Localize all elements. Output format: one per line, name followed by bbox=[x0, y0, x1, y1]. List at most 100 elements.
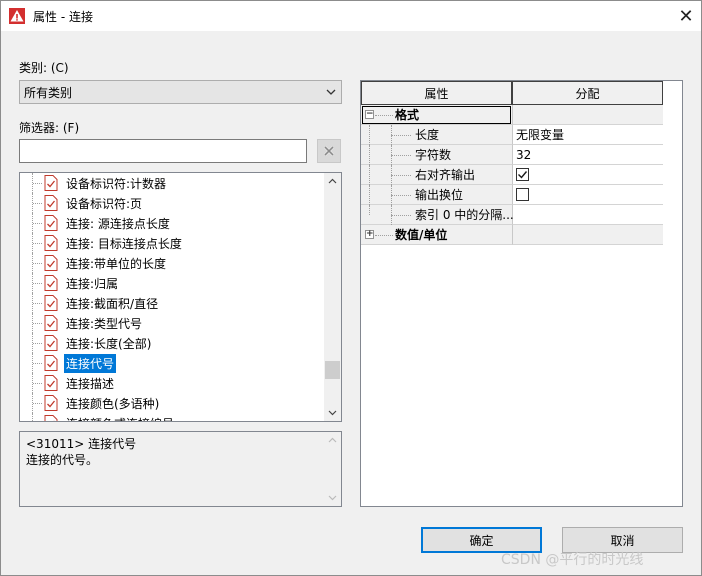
list-item[interactable]: 设备标识符:计数器 bbox=[20, 173, 324, 193]
column-header-property[interactable]: 属性 bbox=[361, 81, 512, 105]
chevron-down-icon bbox=[328, 495, 337, 501]
grid-group-label: 格式 bbox=[395, 108, 420, 122]
list-item[interactable]: 连接:带单位的长度 bbox=[20, 253, 324, 273]
tree-line bbox=[32, 373, 42, 393]
scroll-up-button[interactable] bbox=[324, 173, 341, 190]
tree-line bbox=[32, 253, 42, 273]
grid-group-row[interactable]: + 数值/单位 bbox=[361, 225, 682, 245]
description-box: <31011> 连接代号 连接的代号。 bbox=[19, 431, 342, 507]
list-item-label: 连接:长度(全部) bbox=[66, 336, 152, 351]
grid-body: − 格式长度 无限变量字符数 32 右对齐输出 输出换位索引 0 中的分隔... + 数值/单… bbox=[361, 105, 682, 245]
list-item-label: 连接描述 bbox=[66, 376, 115, 391]
tree-line bbox=[32, 233, 42, 253]
tree-line bbox=[32, 293, 42, 313]
document-check-icon bbox=[44, 295, 58, 311]
clear-filter-button[interactable] bbox=[317, 139, 341, 163]
grid-row[interactable]: 输出换位 bbox=[361, 185, 682, 205]
list-item-label: 连接:类型代号 bbox=[66, 316, 143, 331]
desc-scroll-down-button[interactable] bbox=[324, 489, 341, 506]
check-icon bbox=[518, 171, 528, 179]
grid-value-cell[interactable]: 无限变量 bbox=[512, 125, 663, 145]
list-scrollbar[interactable] bbox=[324, 173, 341, 421]
list-item[interactable]: 连接:长度(全部) bbox=[20, 333, 324, 353]
column-header-value[interactable]: 分配 bbox=[512, 81, 663, 105]
document-check-icon bbox=[44, 355, 58, 371]
list-item-label: 连接: 源连接点长度 bbox=[66, 216, 170, 231]
grid-value-text: 32 bbox=[516, 147, 532, 162]
tree-line bbox=[375, 235, 393, 236]
list-item[interactable]: 连接颜色(多语种) bbox=[20, 393, 324, 413]
category-label: 类别: (C) bbox=[19, 61, 69, 75]
grid-row-label: 索引 0 中的分隔... bbox=[415, 208, 514, 222]
checkbox-checked[interactable] bbox=[516, 168, 529, 181]
list-item[interactable]: 连接:截面积/直径 bbox=[20, 293, 324, 313]
list-item[interactable]: 连接:归属 bbox=[20, 273, 324, 293]
list-item[interactable]: 设备标识符:页 bbox=[20, 193, 324, 213]
grid-row[interactable]: 索引 0 中的分隔... bbox=[361, 205, 682, 225]
chevron-down-icon bbox=[326, 89, 336, 95]
property-grid[interactable]: 属性 分配 − 格式长度 无限变量字符数 32 右对齐输出 输出换位索引 0 中的分隔..… bbox=[360, 80, 683, 507]
watermark: CSDN @平行的时光线 bbox=[501, 552, 644, 568]
grid-value-cell[interactable]: 32 bbox=[512, 145, 663, 165]
grid-label-cell: 长度 bbox=[361, 125, 512, 145]
tree-line bbox=[32, 413, 42, 421]
expand-icon[interactable]: + bbox=[365, 230, 374, 239]
grid-value-cell[interactable] bbox=[512, 165, 663, 185]
document-check-icon bbox=[44, 235, 58, 251]
collapse-icon[interactable]: − bbox=[365, 110, 374, 119]
grid-label-cell: 输出换位 bbox=[361, 185, 512, 205]
document-check-icon bbox=[44, 335, 58, 351]
grid-value-cell[interactable] bbox=[512, 205, 663, 225]
list-item-label: 连接颜色(多语种) bbox=[66, 396, 160, 411]
filter-input[interactable] bbox=[19, 139, 307, 163]
list-item[interactable]: 连接颜色或连接编号 bbox=[20, 413, 324, 421]
checkbox-unchecked[interactable] bbox=[516, 188, 529, 201]
chevron-up-icon bbox=[328, 437, 337, 443]
list-item[interactable]: 连接描述 bbox=[20, 373, 324, 393]
grid-row-label: 字符数 bbox=[415, 148, 452, 162]
list-item-label: 连接: 目标连接点长度 bbox=[66, 236, 182, 251]
list-item[interactable]: 连接:类型代号 bbox=[20, 313, 324, 333]
window-title: 属性 - 连接 bbox=[33, 10, 93, 24]
tree-line bbox=[32, 333, 42, 353]
tree-line bbox=[369, 185, 370, 205]
grid-value-cell[interactable] bbox=[512, 185, 663, 205]
app-warning-icon bbox=[9, 8, 25, 24]
property-list[interactable]: 设备标识符:计数器 设备标识符:页 连接: 源连接点长度 连接: 目标连接点长度 连接:… bbox=[19, 172, 342, 422]
grid-label-cell: 索引 0 中的分隔... bbox=[361, 205, 514, 225]
document-check-icon bbox=[44, 275, 58, 291]
property-list-items: 设备标识符:计数器 设备标识符:页 连接: 源连接点长度 连接: 目标连接点长度 连接:… bbox=[20, 173, 324, 421]
list-item-label: 设备标识符:页 bbox=[66, 196, 143, 211]
properties-dialog: 属性 - 连接 ✕ 类别: (C) 所有类别 筛选器: (F) 设备标识符:计数… bbox=[0, 0, 702, 576]
document-check-icon bbox=[44, 195, 58, 211]
category-select[interactable]: 所有类别 bbox=[19, 80, 342, 104]
list-item-label: 连接代号 bbox=[64, 353, 117, 373]
document-check-icon bbox=[44, 415, 58, 421]
grid-row[interactable]: 字符数 32 bbox=[361, 145, 682, 165]
list-item[interactable]: 连接: 源连接点长度 bbox=[20, 213, 324, 233]
grid-row[interactable]: 长度 无限变量 bbox=[361, 125, 682, 145]
tree-line bbox=[32, 353, 42, 373]
chevron-down-icon bbox=[328, 410, 337, 416]
tree-line bbox=[32, 393, 42, 413]
list-item[interactable]: 连接: 目标连接点长度 bbox=[20, 233, 324, 253]
description-scrollbar[interactable] bbox=[324, 432, 341, 506]
tree-line bbox=[369, 145, 370, 165]
chevron-up-icon bbox=[328, 178, 337, 184]
scroll-thumb[interactable] bbox=[325, 361, 340, 379]
scroll-down-button[interactable] bbox=[324, 404, 341, 421]
grid-group-cell: − 格式 bbox=[361, 105, 512, 125]
list-item-label: 设备标识符:计数器 bbox=[66, 176, 167, 191]
list-item-label: 连接:带单位的长度 bbox=[66, 256, 167, 271]
grid-row[interactable]: 右对齐输出 bbox=[361, 165, 682, 185]
list-item[interactable]: 连接代号 bbox=[20, 353, 324, 373]
document-check-icon bbox=[44, 175, 58, 191]
desc-scroll-up-button[interactable] bbox=[324, 432, 341, 449]
list-item-label: 连接颜色或连接编号 bbox=[64, 414, 176, 422]
close-button[interactable]: ✕ bbox=[671, 1, 701, 31]
tree-line bbox=[391, 175, 411, 176]
document-check-icon bbox=[44, 395, 58, 411]
tree-line bbox=[32, 193, 42, 213]
tree-line bbox=[32, 313, 42, 333]
grid-group-row[interactable]: − 格式 bbox=[361, 105, 682, 125]
